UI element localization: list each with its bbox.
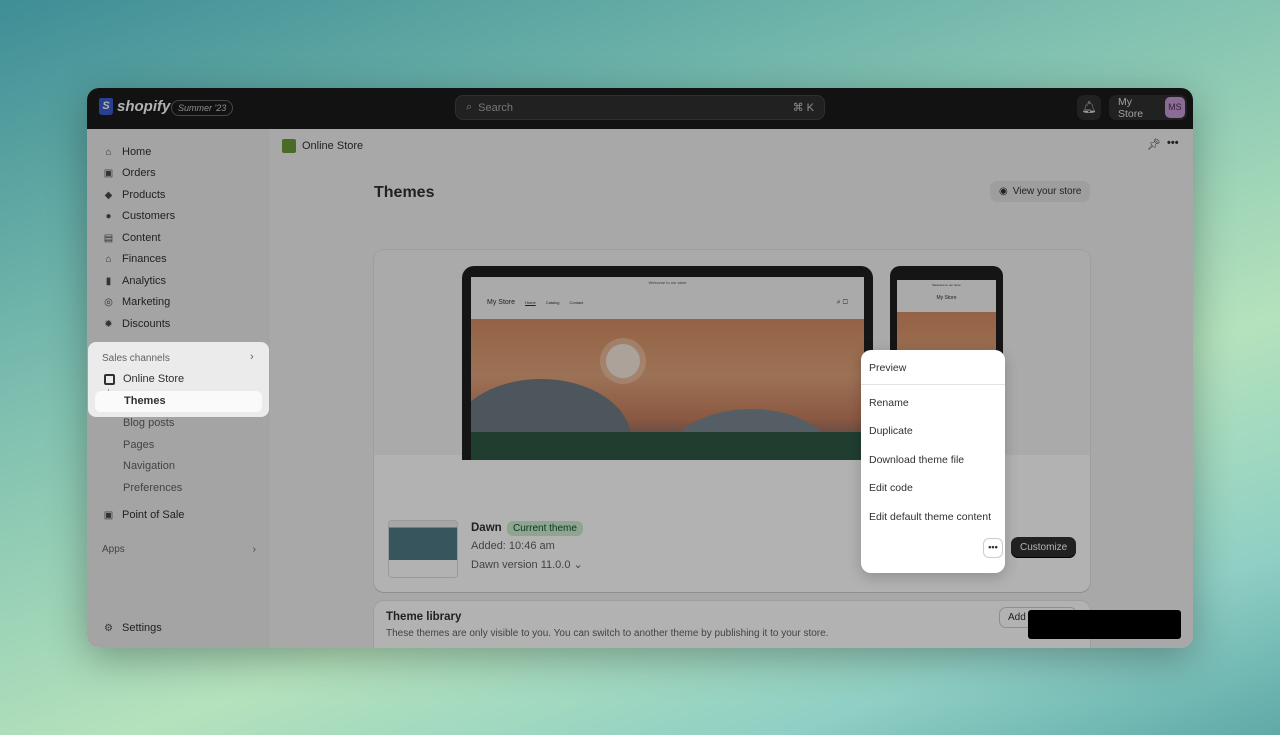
- divider: [861, 384, 1005, 385]
- label: Themes: [124, 395, 166, 407]
- menu-item-duplicate[interactable]: Duplicate: [869, 425, 913, 437]
- store-icon: [104, 373, 115, 385]
- more-actions-button[interactable]: •••: [983, 538, 1003, 558]
- sales-channels-highlight: Sales channels › Online Store Themes: [88, 342, 269, 417]
- redaction-box: [1028, 610, 1181, 639]
- chevron-right-icon[interactable]: ›: [250, 351, 254, 363]
- label: Online Store: [123, 373, 185, 385]
- menu-item-rename[interactable]: Rename: [869, 397, 909, 409]
- theme-actions-menu: Preview Rename Duplicate Download theme …: [861, 350, 1005, 573]
- menu-item-preview[interactable]: Preview: [869, 362, 906, 374]
- sales-channels-header[interactable]: Sales channels: [102, 353, 170, 364]
- menu-item-download[interactable]: Download theme file: [869, 454, 964, 466]
- menu-item-edit-default-content[interactable]: Edit default theme content: [869, 511, 991, 523]
- sidebar-item-themes[interactable]: Themes: [95, 391, 262, 412]
- menu-item-edit-code[interactable]: Edit code: [869, 482, 913, 494]
- sidebar-item-online-store[interactable]: Online Store: [104, 373, 184, 385]
